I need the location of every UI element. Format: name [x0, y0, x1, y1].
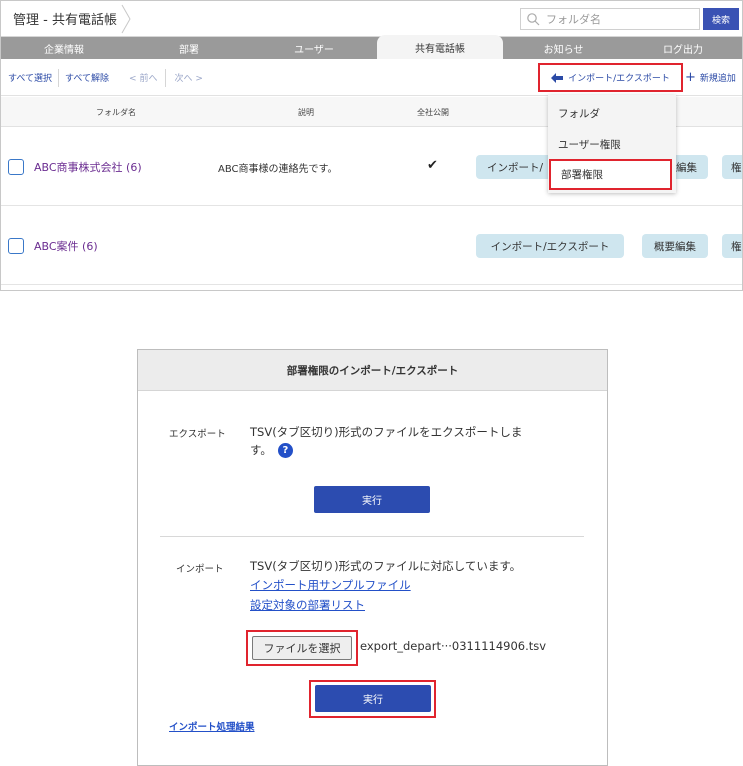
row-edit-summary-button[interactable]: 概要編集: [642, 234, 708, 258]
breadcrumb-chevron-icon: [121, 4, 131, 34]
row-checkbox[interactable]: [8, 159, 24, 175]
export-description: TSV(タブ区切り)形式のファイルをエクスポートしま す。?: [250, 423, 580, 459]
menu-item-folder[interactable]: フォルダ: [548, 97, 676, 129]
menu-item-department-permission[interactable]: 部署権限: [549, 159, 672, 190]
help-icon[interactable]: ?: [277, 443, 293, 458]
import-execute-highlight: 実行: [309, 680, 436, 718]
search-input[interactable]: フォルダ名: [520, 8, 700, 30]
tab-company-info[interactable]: 企業情報: [1, 37, 127, 59]
search-placeholder: フォルダ名: [546, 13, 601, 26]
chevron-left-icon: <: [129, 74, 137, 84]
folder-name-link[interactable]: ABC商事株式会社 (6): [34, 159, 142, 175]
col-folder-name: フォルダ名: [96, 108, 136, 117]
table-row: ABC案件 (6) インポート/エクスポート 概要編集 権: [1, 207, 742, 285]
tab-bar: 企業情報 部署 ユーザー 共有電話帳 お知らせ ログ出力: [1, 35, 742, 59]
department-permission-import-export-dialog: 部署権限のインポート/エクスポート エクスポート TSV(タブ区切り)形式のファ…: [137, 349, 608, 766]
tab-departments[interactable]: 部署: [127, 37, 251, 59]
breadcrumb-text: 管理 - 共有電話帳: [13, 13, 117, 28]
import-label: インポート: [176, 564, 224, 575]
folder-description: ABC商事様の連絡先です。: [218, 164, 338, 175]
header-bar: 管理 - 共有電話帳 フォルダ名 検索: [1, 1, 742, 37]
chevron-right-icon: >: [195, 74, 203, 84]
export-label: エクスポート: [169, 429, 226, 440]
search-icon: [527, 13, 540, 26]
next-label: 次へ: [174, 74, 193, 84]
row-checkbox[interactable]: [8, 238, 24, 254]
search-button[interactable]: 検索: [703, 8, 739, 30]
import-description: TSV(タブ区切り)形式のファイルに対応しています。: [250, 559, 522, 573]
import-export-label: インポート/エクスポート: [568, 74, 670, 84]
folder-name-link[interactable]: ABC案件 (6): [34, 238, 98, 254]
breadcrumb: 管理 - 共有電話帳: [1, 1, 139, 36]
section-divider: [160, 536, 584, 537]
import-result-link[interactable]: インポート処理結果: [169, 719, 255, 733]
menu-item-user-permission[interactable]: ユーザー権限: [548, 128, 676, 160]
prev-page-link[interactable]: < 前へ: [115, 71, 165, 84]
tab-shared-phonebook[interactable]: 共有電話帳: [377, 35, 503, 59]
import-export-arrow-icon: [551, 72, 564, 83]
choose-file-highlight: ファイルを選択: [246, 630, 358, 666]
import-export-button[interactable]: インポート/エクスポート: [538, 63, 683, 92]
plus-icon: +: [685, 70, 696, 85]
row-permission-button[interactable]: 権: [722, 155, 742, 179]
tab-log-output[interactable]: ログ出力: [624, 37, 742, 59]
shared-phonebook-panel: 管理 - 共有電話帳 フォルダ名 検索 企業情報 部署 ユーザー 共有電話帳 お…: [0, 0, 743, 291]
checkmark-icon: ✔: [427, 158, 438, 173]
tab-notices[interactable]: お知らせ: [503, 37, 624, 59]
col-public: 全社公開: [417, 108, 449, 117]
tab-users[interactable]: ユーザー: [251, 37, 377, 59]
select-all-link[interactable]: すべて選択: [1, 71, 58, 84]
add-new-button[interactable]: + 新規追加: [685, 70, 736, 85]
department-list-link[interactable]: 設定対象の部署リスト: [250, 597, 365, 613]
sample-file-link[interactable]: インポート用サンプルファイル: [250, 577, 411, 593]
next-page-link[interactable]: 次へ >: [166, 71, 210, 84]
export-text-line1: TSV(タブ区切り)形式のファイルをエクスポートしま: [250, 425, 523, 439]
row-permission-button[interactable]: 権: [722, 234, 742, 258]
col-description: 説明: [298, 108, 314, 117]
export-execute-button[interactable]: 実行: [314, 486, 430, 513]
toolbar: すべて選択 すべて解除 < 前へ 次へ > インポート/エクスポート + 新規追…: [1, 60, 742, 96]
deselect-all-link[interactable]: すべて解除: [59, 71, 115, 84]
dialog-title: 部署権限のインポート/エクスポート: [138, 350, 607, 391]
selected-file-name: export_depart···0311114906.tsv: [360, 639, 547, 653]
import-execute-button[interactable]: 実行: [315, 685, 431, 712]
add-new-label: 新規追加: [699, 74, 736, 84]
prev-label: 前へ: [139, 74, 158, 84]
choose-file-button[interactable]: ファイルを選択: [252, 636, 352, 660]
export-text-line2: す。: [250, 443, 272, 457]
row-import-export-button[interactable]: インポート/エクスポート: [476, 234, 624, 258]
import-export-dropdown-menu: フォルダ ユーザー権限 部署権限: [548, 95, 676, 193]
